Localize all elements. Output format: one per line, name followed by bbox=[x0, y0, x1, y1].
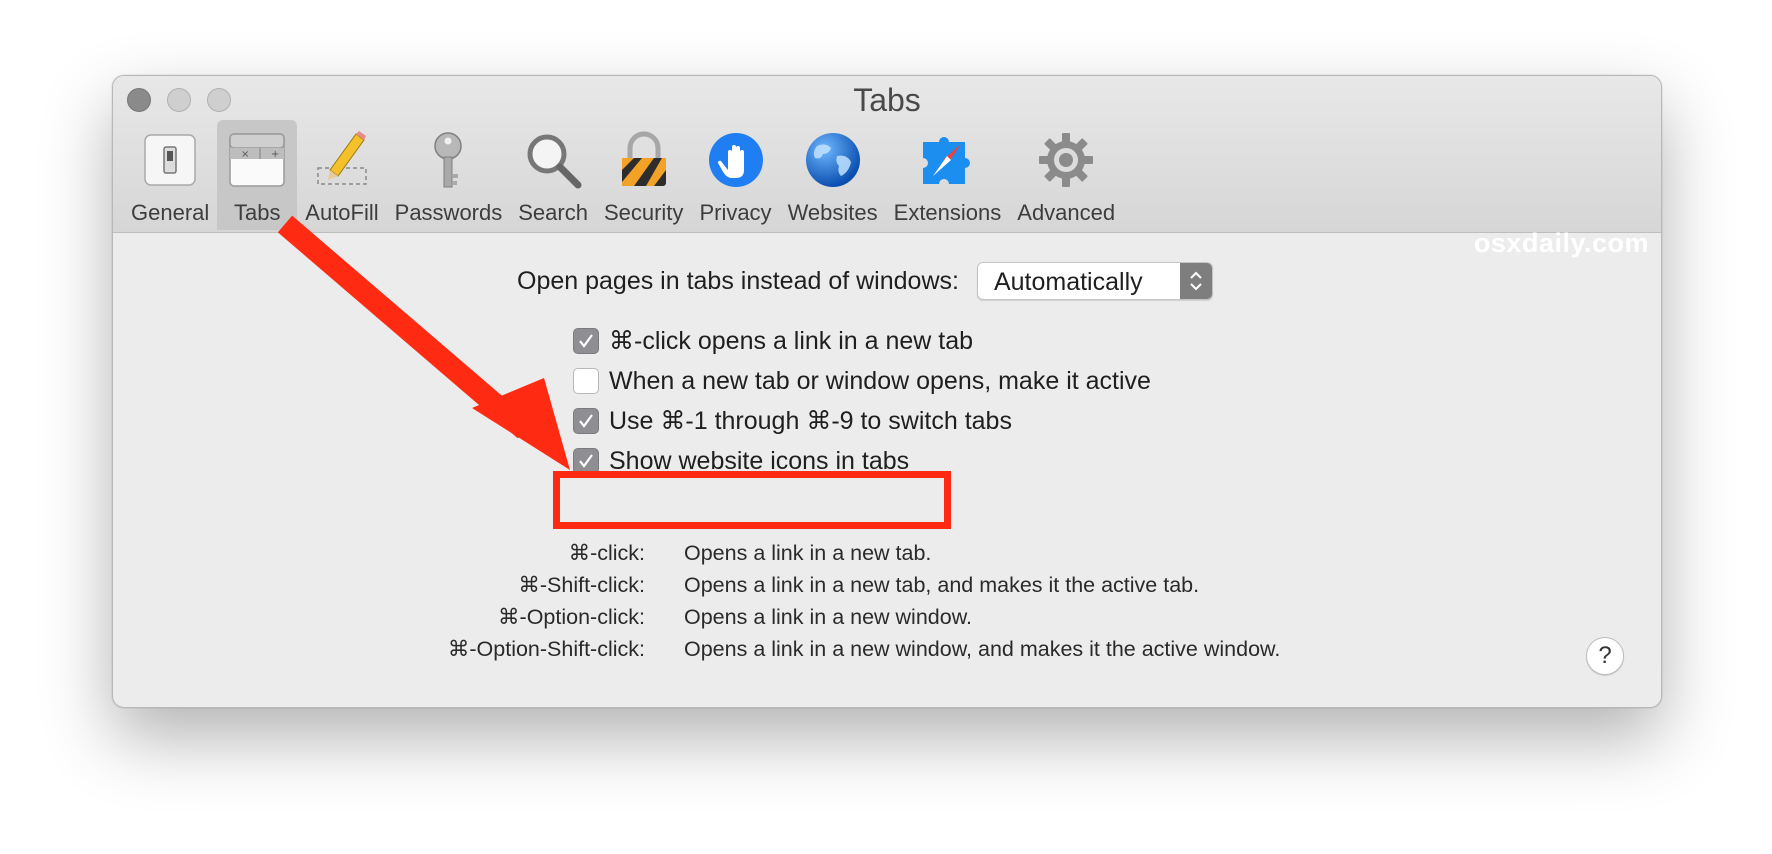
tab-options: ⌘-click opens a link in a new tab When a… bbox=[573, 321, 1151, 481]
titlebar: Tabs General × + Tabs AutoFill Passwords… bbox=[113, 76, 1661, 233]
shortcut-key: ⌘-Shift-click: bbox=[518, 573, 645, 597]
toolbar-label: Privacy bbox=[699, 200, 772, 225]
checkbox-checked[interactable] bbox=[573, 328, 599, 354]
shortcut-desc: Opens a link in a new window, and makes … bbox=[684, 637, 1281, 661]
checkbox-checked[interactable] bbox=[573, 408, 599, 434]
shortcut-row: ⌘-Option-click: Opens a link in a new wi… bbox=[113, 605, 1661, 637]
open-pages-value: Automatically bbox=[993, 268, 1143, 296]
toolbar-label: Websites bbox=[787, 200, 878, 225]
toolbar-item-tabs[interactable]: × + Tabs bbox=[217, 120, 298, 230]
compass-puzzle-icon bbox=[915, 128, 979, 192]
toolbar-item-extensions[interactable]: Extensions bbox=[886, 120, 1010, 230]
shortcut-desc: Opens a link in a new tab. bbox=[684, 541, 932, 565]
open-pages-row: Open pages in tabs instead of windows: A… bbox=[517, 262, 1213, 300]
padlock-icon bbox=[612, 128, 676, 192]
svg-text:×: × bbox=[241, 149, 249, 160]
checkbox-label: ⌘-click opens a link in a new tab bbox=[609, 327, 974, 355]
shortcut-desc: Opens a link in a new window. bbox=[684, 605, 973, 629]
key-icon bbox=[416, 128, 480, 192]
toolbar-label: Advanced bbox=[1017, 200, 1116, 225]
checkbox-cmd-click-new-tab[interactable]: ⌘-click opens a link in a new tab bbox=[573, 321, 1151, 361]
toolbar-label: General bbox=[131, 200, 210, 225]
checkbox-label: Use ⌘-1 through ⌘-9 to switch tabs bbox=[609, 407, 1012, 435]
shortcut-key: ⌘-Option-click: bbox=[498, 605, 645, 629]
help-button[interactable]: ? bbox=[1586, 637, 1624, 675]
tabs-icon: × + bbox=[225, 128, 289, 192]
gear-icon bbox=[1034, 128, 1098, 192]
toolbar-item-websites[interactable]: Websites bbox=[780, 120, 886, 230]
shortcut-row: ⌘-Option-Shift-click: Opens a link in a … bbox=[113, 637, 1661, 669]
open-pages-select[interactable]: Automatically bbox=[976, 262, 1213, 300]
toolbar-item-search[interactable]: Search bbox=[510, 120, 596, 230]
preferences-window: Tabs General × + Tabs AutoFill Passwords… bbox=[112, 75, 1662, 708]
shortcut-key: ⌘-Option-Shift-click: bbox=[447, 637, 645, 661]
toolbar-label: Search bbox=[518, 200, 588, 225]
updown-chevron-icon bbox=[1179, 263, 1212, 299]
checkbox-label: When a new tab or window opens, make it … bbox=[609, 366, 1151, 395]
shortcut-row: ⌘-Shift-click: Opens a link in a new tab… bbox=[113, 573, 1661, 605]
svg-text:+: + bbox=[271, 149, 279, 160]
toolbar-label: AutoFill bbox=[305, 200, 379, 225]
checkbox-make-active[interactable]: When a new tab or window opens, make it … bbox=[573, 361, 1151, 401]
checkmark-icon bbox=[579, 334, 593, 348]
checkbox-unchecked[interactable] bbox=[573, 368, 599, 394]
hand-icon bbox=[704, 128, 768, 192]
shortcut-row: ⌘-click: Opens a link in a new tab. bbox=[113, 541, 1661, 573]
toolbar-label: Tabs bbox=[234, 200, 281, 225]
toolbar-item-general[interactable]: General bbox=[123, 120, 217, 230]
toolbar-item-autofill[interactable]: AutoFill bbox=[297, 120, 386, 230]
shortcut-key: ⌘-click: bbox=[568, 541, 645, 565]
checkmark-icon bbox=[579, 414, 593, 428]
shortcut-desc: Opens a link in a new tab, and makes it … bbox=[684, 573, 1200, 597]
general-switch-icon bbox=[138, 128, 202, 192]
toolbar-item-security[interactable]: Security bbox=[596, 120, 691, 230]
checkmark-icon bbox=[579, 454, 593, 468]
toolbar-label: Passwords bbox=[394, 200, 503, 225]
globe-icon bbox=[801, 128, 865, 192]
preferences-toolbar: General × + Tabs AutoFill Passwords Sear… bbox=[123, 120, 1123, 230]
annotation-highlight-box bbox=[553, 471, 951, 529]
toolbar-label: Extensions bbox=[893, 200, 1002, 225]
toolbar-label: Security bbox=[603, 200, 684, 225]
toolbar-item-advanced[interactable]: Advanced bbox=[1009, 120, 1123, 230]
magnifier-icon bbox=[521, 128, 585, 192]
toolbar-item-privacy[interactable]: Privacy bbox=[691, 120, 779, 230]
toolbar-item-passwords[interactable]: Passwords bbox=[387, 120, 511, 230]
pencil-icon bbox=[310, 128, 374, 192]
open-pages-label: Open pages in tabs instead of windows: bbox=[517, 266, 959, 295]
window-title: Tabs bbox=[853, 82, 921, 118]
checkbox-cmd-number-switch[interactable]: Use ⌘-1 through ⌘-9 to switch tabs bbox=[573, 401, 1151, 441]
